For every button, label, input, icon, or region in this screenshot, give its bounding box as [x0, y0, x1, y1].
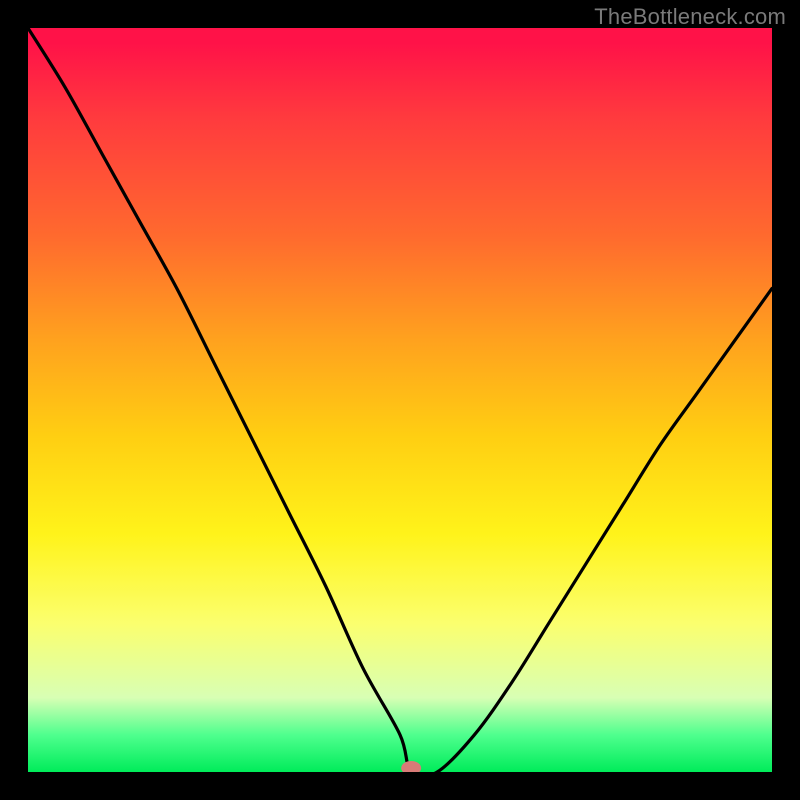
chart-frame: TheBottleneck.com — [0, 0, 800, 800]
optimal-marker — [401, 761, 421, 772]
watermark-text: TheBottleneck.com — [594, 4, 786, 30]
bottleneck-curve — [28, 28, 772, 772]
bottleneck-curve-svg — [28, 28, 772, 772]
plot-area — [28, 28, 772, 772]
